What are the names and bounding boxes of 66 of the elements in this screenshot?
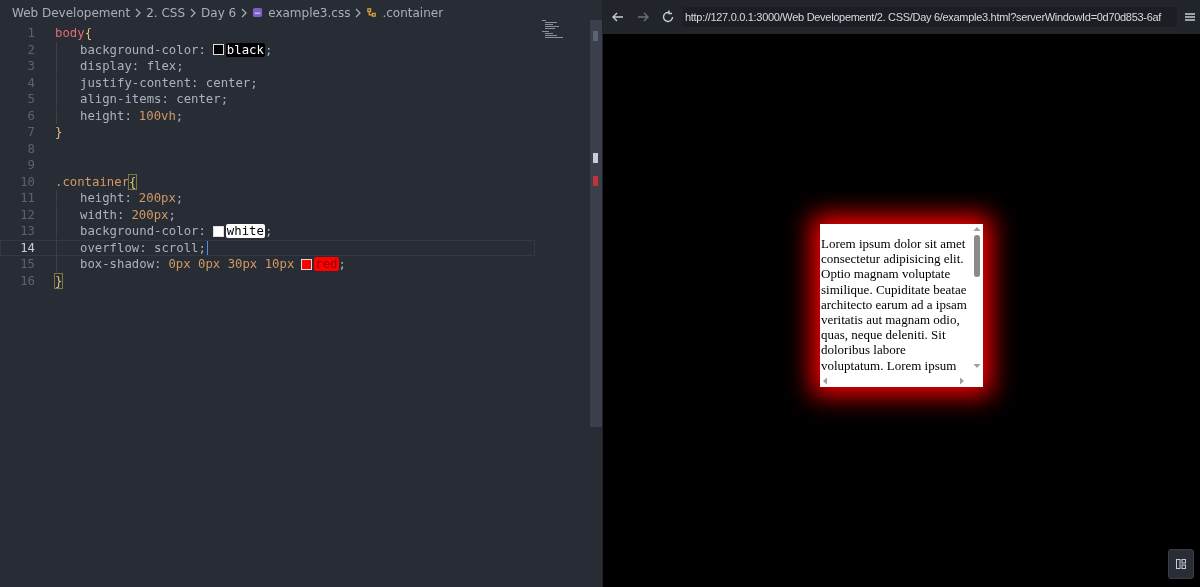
- breadcrumb-item[interactable]: Day 6: [201, 5, 237, 20]
- minimap-drawing: [542, 20, 563, 38]
- code-token: black: [225, 42, 265, 57]
- line-number: 9: [26, 158, 36, 173]
- layout-icon: [1175, 558, 1187, 570]
- code-token: 0px 0px 30px 10px: [168, 257, 295, 272]
- code-token: 100vh: [138, 108, 176, 123]
- color-swatch[interactable]: [212, 44, 224, 56]
- code-token: background-color:: [80, 42, 206, 57]
- line-number: 16: [19, 273, 36, 288]
- code-token: ;: [338, 257, 346, 272]
- chevron-icon: [190, 7, 197, 18]
- symbol-icon: [366, 7, 378, 18]
- code-token: 200px: [131, 207, 169, 222]
- line-number: 5: [26, 92, 36, 107]
- breadcrumb-item[interactable]: Web Developement: [12, 5, 131, 20]
- code-token: white: [225, 224, 265, 239]
- breadcrumb-item[interactable]: .container: [382, 5, 444, 20]
- code-token: display: flex;: [80, 59, 184, 74]
- code-token: 200px: [138, 191, 176, 206]
- file-icon: [252, 7, 264, 18]
- code-token: }: [55, 125, 63, 140]
- code-token: background-color:: [80, 224, 206, 239]
- code-token: height:: [80, 191, 132, 206]
- line-number: 12: [19, 207, 36, 222]
- color-swatch[interactable]: [301, 258, 313, 270]
- breadcrumb-item[interactable]: example3.css: [268, 5, 351, 20]
- text-cursor: [206, 240, 209, 255]
- code-token: ;: [175, 191, 184, 206]
- code-token: ;: [175, 108, 184, 123]
- line-number: 14: [19, 240, 36, 255]
- code-token: body: [55, 26, 85, 41]
- breadcrumb-item[interactable]: 2. CSS: [146, 5, 186, 20]
- url-field[interactable]: http://127.0.0.1:3000/Web Developement/2. CSS/Day 6/example3.html?serverWindowId=0d70d853-6af: [683, 7, 1177, 27]
- code-token: .container: [55, 174, 130, 189]
- chevron-icon: [241, 7, 248, 18]
- code-token: width:: [80, 207, 125, 222]
- line-number: 3: [26, 59, 36, 74]
- menu-icon[interactable]: [1182, 11, 1198, 23]
- line-number: 2: [26, 42, 36, 57]
- line-number: 13: [19, 224, 36, 239]
- color-swatch[interactable]: [212, 225, 224, 237]
- code-token: justify-content: center;: [80, 75, 258, 90]
- code-token: overflow: scroll;: [80, 240, 206, 255]
- code-token: ;: [264, 42, 273, 57]
- line-number: 1: [26, 26, 36, 41]
- code-token: box-shadow:: [80, 257, 162, 272]
- layout-button[interactable]: [1168, 549, 1194, 579]
- line-number: 4: [26, 75, 36, 90]
- code-token: }: [55, 273, 63, 288]
- code-token: {: [84, 26, 93, 41]
- line-number: 11: [19, 191, 36, 206]
- line-number: 15: [19, 257, 36, 272]
- line-number: 8: [26, 141, 36, 156]
- code-token: ;: [168, 207, 176, 222]
- lorem-paragraph: Lorem ipsum dolor sit amet consectetur adipisicing elit. Optio magnam voluptate similique. Cupiditate beatae architecto earum ad a ipsam veritatis aut magnam odio, quas, neque deleniti. Sit doloribus labore voluptatum. Lorem ipsum: [821, 236, 968, 373]
- scrollbar[interactable]: [590, 20, 602, 427]
- code-token: ;: [264, 224, 273, 239]
- line-number: 6: [26, 108, 36, 123]
- code-token: align-items: center;: [80, 92, 229, 107]
- chevron-icon: [135, 7, 142, 18]
- chevron-icon: [355, 7, 362, 18]
- line-number: 7: [26, 125, 36, 140]
- code-token: red: [314, 257, 339, 272]
- line-number: 10: [19, 174, 36, 189]
- code-token: height:: [80, 108, 132, 123]
